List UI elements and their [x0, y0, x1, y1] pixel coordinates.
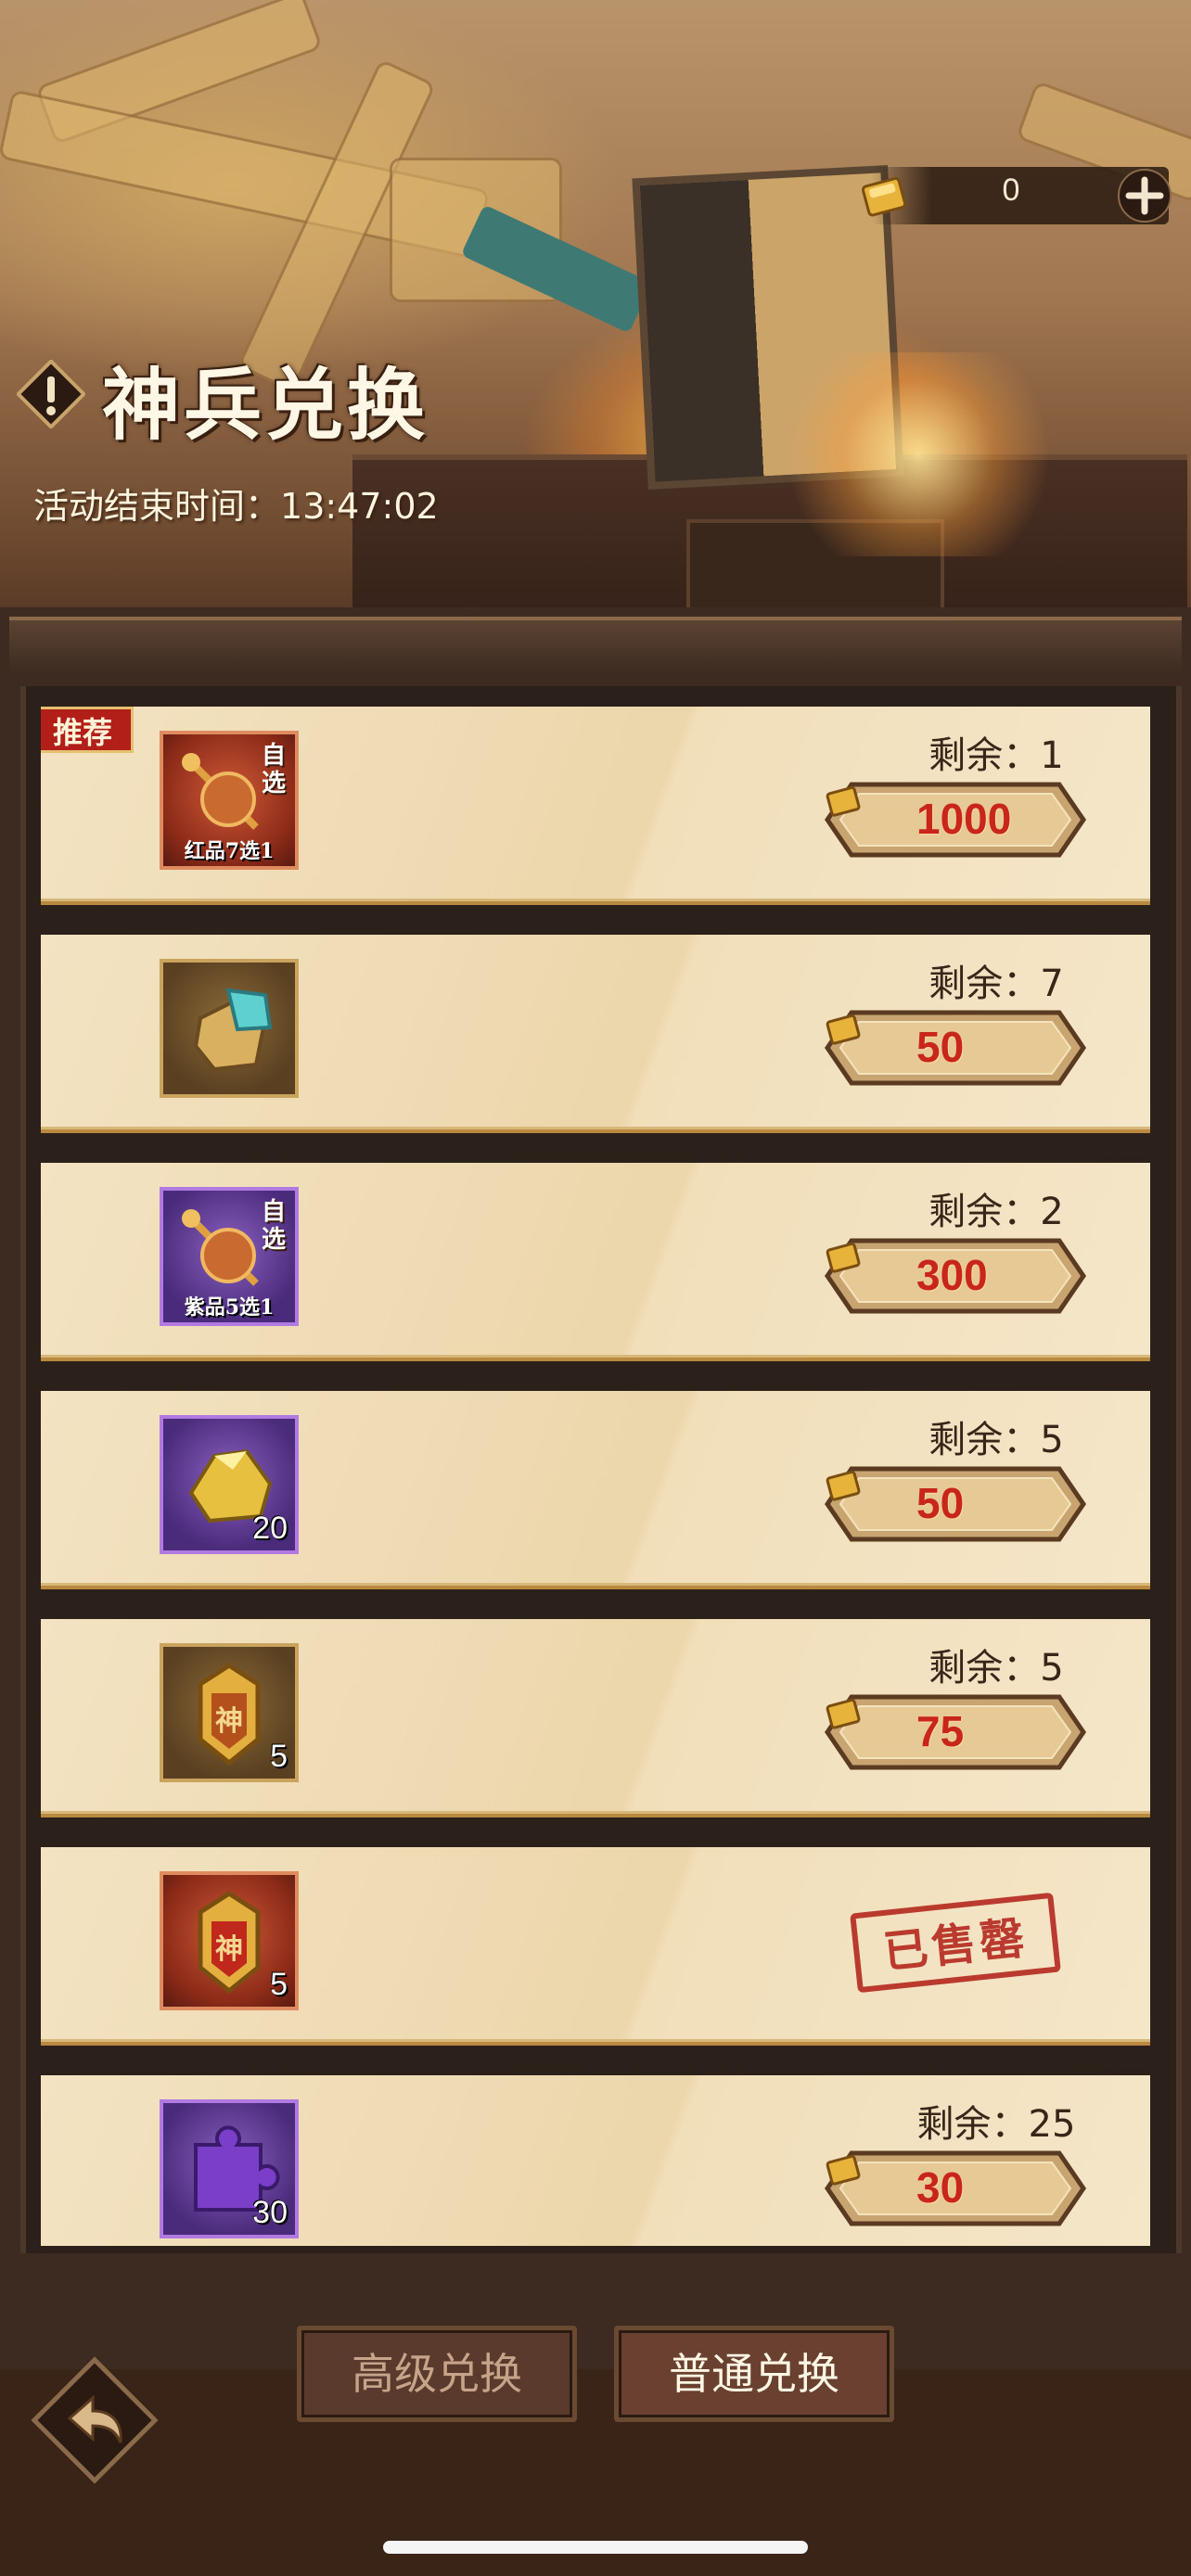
- back-arrow-icon[interactable]: [28, 2353, 161, 2487]
- exchange-row: 神 5 已售罄: [41, 1847, 1150, 2046]
- home-indicator[interactable]: [383, 2541, 808, 2554]
- optional-tag: 自选: [261, 742, 286, 797]
- remaining-value: 5: [1040, 1647, 1064, 1690]
- exchange-button[interactable]: 50: [824, 1465, 1087, 1543]
- price-value: 50: [916, 1023, 965, 1071]
- remaining-label: 剩余：: [928, 963, 1041, 1005]
- page-title: 神兵兑换: [102, 359, 429, 451]
- remaining-label: 剩余：: [928, 1191, 1041, 1233]
- exchange-list[interactable]: 推荐 自选 红品7选1 剩余：1 1000 剩余：7 50 自选 紫品5选1 剩…: [41, 707, 1150, 2246]
- icon-caption: 紫品5选1: [184, 1295, 275, 1320]
- plus-icon[interactable]: [1116, 167, 1173, 224]
- svg-text:神: 神: [215, 1933, 243, 1966]
- panel-top-frame: [9, 617, 1182, 676]
- currency-value: 0: [1002, 172, 1020, 208]
- remaining-count: 剩余：1: [857, 725, 1135, 779]
- red-weapon-chest-icon[interactable]: 自选 红品7选1: [160, 731, 299, 870]
- remaining-label: 剩余：: [928, 1419, 1041, 1461]
- exchange-row: 自选 紫品5选1 剩余：2 300: [41, 1163, 1150, 1361]
- price-value: 300: [916, 1251, 988, 1299]
- remaining-value: 5: [1040, 1419, 1064, 1461]
- price-value: 1000: [916, 795, 1012, 843]
- remaining-count: 剩余：5: [857, 1409, 1135, 1463]
- tab-premium-exchange[interactable]: 高级兑换: [297, 2326, 577, 2422]
- remaining-label: 剩余：: [916, 2103, 1029, 2146]
- icon-caption: 红品7选1: [184, 839, 275, 863]
- exchange-row: 30 剩余：25 30: [41, 2075, 1150, 2246]
- timer-label: 活动结束时间：: [33, 486, 281, 527]
- gold-ingot-icon: [826, 2154, 861, 2186]
- price-value: 30: [916, 2163, 965, 2212]
- price-value: 75: [916, 1707, 965, 1755]
- gold-ingot-icon: [826, 785, 861, 817]
- sold-out-stamp: 已售罄: [850, 1892, 1061, 1994]
- exclamation-icon[interactable]: [17, 360, 85, 428]
- timer-value: 13:47:02: [280, 486, 439, 527]
- exchange-row: 20 剩余：5 50: [41, 1391, 1150, 1589]
- exchange-row: 神 5 剩余：5 75: [41, 1619, 1150, 1817]
- item-count: 30: [252, 2195, 288, 2230]
- remaining-value: 7: [1040, 963, 1064, 1005]
- tab-normal-exchange[interactable]: 普通兑换: [614, 2326, 894, 2422]
- svg-text:神: 神: [215, 1705, 243, 1738]
- gold-ingot-icon: [861, 177, 907, 217]
- exchange-button[interactable]: 30: [824, 2149, 1087, 2227]
- item-count: 20: [252, 1511, 288, 1546]
- item-count: 5: [270, 1967, 288, 2002]
- remaining-count: 剩余：5: [857, 1638, 1135, 1691]
- event-timer: 活动结束时间：13:47:02: [33, 478, 439, 529]
- exchange-row: 剩余：7 50: [41, 935, 1150, 1133]
- exchange-row: 推荐 自选 红品7选1 剩余：1 1000: [41, 707, 1150, 905]
- gold-divine-token-icon[interactable]: 神 5: [160, 1643, 299, 1782]
- recommend-badge: 推荐: [41, 707, 134, 753]
- exchange-button[interactable]: 300: [824, 1237, 1087, 1315]
- cyan-ore-icon[interactable]: [160, 959, 299, 1098]
- exchange-button[interactable]: 75: [824, 1693, 1087, 1771]
- exchange-button[interactable]: 1000: [824, 781, 1087, 859]
- exchange-button[interactable]: 50: [824, 1009, 1087, 1087]
- hero-banner: [0, 0, 1191, 675]
- gold-ingot-icon: [826, 1242, 861, 1273]
- item-count: 5: [270, 1739, 288, 1774]
- ore-art: [193, 988, 273, 1072]
- remaining-value: 1: [1040, 734, 1064, 777]
- gold-ingot-icon: [826, 1698, 861, 1729]
- price-value: 50: [916, 1479, 965, 1527]
- remaining-count: 剩余：25: [857, 2094, 1135, 2148]
- purple-weapon-chest-icon[interactable]: 自选 紫品5选1: [160, 1187, 299, 1326]
- purple-puzzle-piece-icon[interactable]: 30: [160, 2099, 299, 2238]
- gold-ingot-icon: [826, 1470, 861, 1501]
- optional-tag: 自选: [261, 1198, 286, 1254]
- remaining-count: 剩余：7: [857, 953, 1135, 1007]
- remaining-label: 剩余：: [928, 1647, 1041, 1690]
- remaining-count: 剩余：2: [857, 1181, 1135, 1235]
- remaining-label: 剩余：: [928, 734, 1041, 777]
- gold-ore-icon[interactable]: 20: [160, 1415, 299, 1554]
- gold-ingot-icon: [826, 1014, 861, 1045]
- sparks-glow: [761, 352, 1076, 556]
- remaining-value: 2: [1040, 1191, 1064, 1233]
- remaining-value: 25: [1028, 2103, 1076, 2146]
- red-divine-token-icon[interactable]: 神 5: [160, 1871, 299, 2010]
